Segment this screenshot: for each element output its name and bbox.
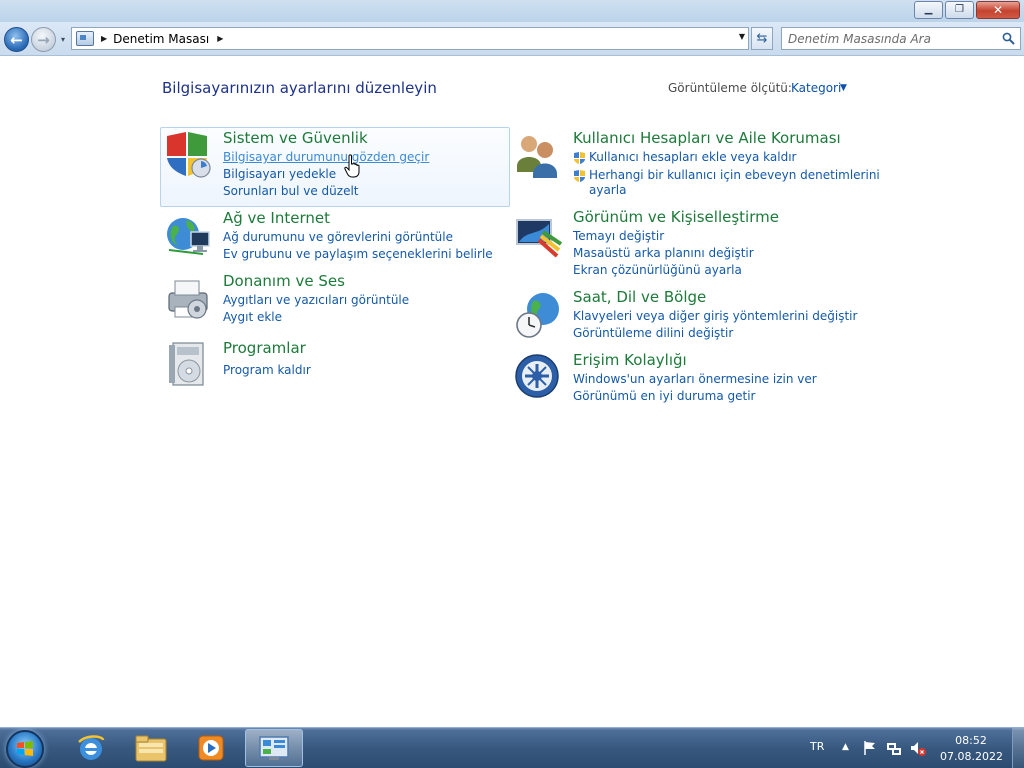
category-title-clock-region[interactable]: Saat, Dil ve Bölge [573,288,706,306]
refresh-button[interactable]: ⇆ [751,27,773,50]
forward-button[interactable]: → [31,27,56,52]
link-homegroup-sharing[interactable]: Ev grubunu ve paylaşım seçeneklerini bel… [223,247,493,261]
link-change-display-language[interactable]: Görüntüleme dilini değiştir [573,326,733,340]
action-center-flag-icon[interactable] [862,740,878,756]
volume-muted-icon[interactable] [910,740,926,756]
show-hidden-icons-button[interactable]: ▲ [842,742,849,752]
internet-explorer-icon [78,735,105,760]
category-title-system-security[interactable]: Sistem ve Güvenlik [223,129,368,147]
windows-logo-icon [17,741,33,756]
control-panel-icon [259,736,289,760]
link-backup-computer[interactable]: Bilgisayarı yedekle [223,167,336,181]
media-player-icon [198,735,224,761]
breadcrumb-separator-icon[interactable]: ▶ [217,34,223,43]
view-by-dropdown[interactable]: Kategori [791,81,841,95]
link-uninstall-program[interactable]: Program kaldır [223,363,311,377]
taskbar-clock[interactable]: 08:52 07.08.2022 [940,733,1003,765]
search-box[interactable] [781,27,1021,50]
windows-start-icon[interactable] [6,730,44,768]
category-title-hardware-sound[interactable]: Donanım ve Ses [223,272,345,290]
taskbar-control-panel[interactable] [245,729,303,767]
window-controls: ▁ ❐ ✕ [914,1,1020,19]
navigation-bar: ← → ▾ ▶ Denetim Masası ▶ ▼ ⇆ [0,22,1024,56]
view-by-label: Görüntüleme ölçütü: [668,81,792,95]
link-parental-controls-continued[interactable]: ayarla [589,183,626,197]
taskbar-internet-explorer[interactable] [62,729,120,767]
address-dropdown-icon[interactable]: ▼ [739,32,745,41]
link-find-fix-problems[interactable]: Sorunları bul ve düzelt [223,184,359,198]
search-input[interactable] [782,28,994,49]
link-change-desktop-background[interactable]: Masaüstü arka planını değiştir [573,246,754,260]
control-panel-content: Bilgisayarınızın ayarlarını düzenleyin G… [0,57,1024,727]
taskbar-media-player[interactable] [182,729,240,767]
category-title-network-internet[interactable]: Ağ ve Internet [223,209,330,227]
search-icon[interactable] [1002,32,1015,45]
uac-shield-icon [574,152,585,164]
link-adjust-screen-resolution[interactable]: Ekran çözünürlüğünü ayarla [573,263,742,277]
uac-shield-icon [574,170,585,182]
address-bar[interactable]: ▶ Denetim Masası ▶ ▼ [71,27,749,50]
link-view-network-status[interactable]: Ağ durumunu ve görevlerini görüntüle [223,230,453,244]
ease-of-access-icon[interactable] [513,352,563,402]
link-view-devices-printers[interactable]: Aygıtları ve yazıcıları görüntüle [223,293,409,307]
maximize-button[interactable]: ❐ [945,1,974,19]
category-title-programs[interactable]: Programlar [223,339,306,357]
restore-icon: ❐ [955,4,964,15]
network-globe-icon[interactable] [163,210,213,260]
category-title-appearance[interactable]: Görünüm ve Kişiselleştirme [573,208,779,226]
link-parental-controls-label[interactable]: Herhangi bir kullanıcı için ebeveyn dene… [589,168,880,182]
link-add-remove-accounts[interactable]: Kullanıcı hesapları ekle veya kaldır [573,150,797,164]
breadcrumb-separator-icon[interactable]: ▶ [101,34,107,43]
forward-arrow-icon: → [37,30,50,49]
control-panel-icon [76,31,94,46]
category-title-user-accounts[interactable]: Kullanıcı Hesapları ve Aile Koruması [573,129,841,147]
link-add-remove-accounts-label[interactable]: Kullanıcı hesapları ekle veya kaldır [589,150,797,164]
language-indicator[interactable]: TR [810,740,824,753]
window-title-bar[interactable]: ▁ ❐ ✕ [0,0,1024,22]
link-review-computer-status[interactable]: Bilgisayar durumunu gözden geçir [223,150,429,164]
clock-date: 07.08.2022 [940,750,1003,763]
show-desktop-button[interactable] [1012,728,1024,768]
link-change-keyboards[interactable]: Klavyeleri veya diğer giriş yöntemlerini… [573,309,857,323]
chevron-down-icon: ▾ [60,34,65,44]
link-let-windows-suggest[interactable]: Windows'un ayarları önermesine izin ver [573,372,817,386]
back-button[interactable]: ← [4,27,29,52]
chevron-down-icon[interactable]: ▼ [840,83,847,93]
category-title-ease-of-access[interactable]: Erişim Kolaylığı [573,351,687,369]
programs-disc-icon[interactable] [163,339,213,389]
taskbar-windows-explorer[interactable] [122,729,180,767]
breadcrumb-control-panel[interactable]: Denetim Masası [113,32,209,46]
close-button[interactable]: ✕ [976,1,1020,19]
link-change-theme[interactable]: Temayı değiştir [573,229,664,243]
shield-icon[interactable] [163,130,213,180]
link-add-device[interactable]: Aygıt ekle [223,310,282,324]
users-icon[interactable] [513,130,563,180]
back-arrow-icon: ← [10,30,23,49]
close-icon: ✕ [992,3,1004,17]
personalization-icon[interactable] [513,210,563,260]
windows-explorer-icon [135,735,167,762]
refresh-icon: ⇆ [756,31,768,46]
network-icon[interactable] [886,740,902,756]
minimize-button[interactable]: ▁ [914,1,943,19]
clock-globe-icon[interactable] [513,289,563,339]
hand-cursor-icon [344,154,360,178]
taskbar: TR ▲ 08:52 07.08.2022 [0,727,1024,768]
minimize-icon: ▁ [924,4,933,15]
printer-icon[interactable] [163,273,213,323]
clock-time: 08:52 [955,734,987,747]
link-optimize-visual-display[interactable]: Görünümü en iyi duruma getir [573,389,755,403]
page-title: Bilgisayarınızın ayarlarını düzenleyin [162,79,437,97]
recent-pages-button[interactable]: ▾ [58,34,68,44]
link-parental-controls[interactable]: Herhangi bir kullanıcı için ebeveyn dene… [573,168,880,182]
